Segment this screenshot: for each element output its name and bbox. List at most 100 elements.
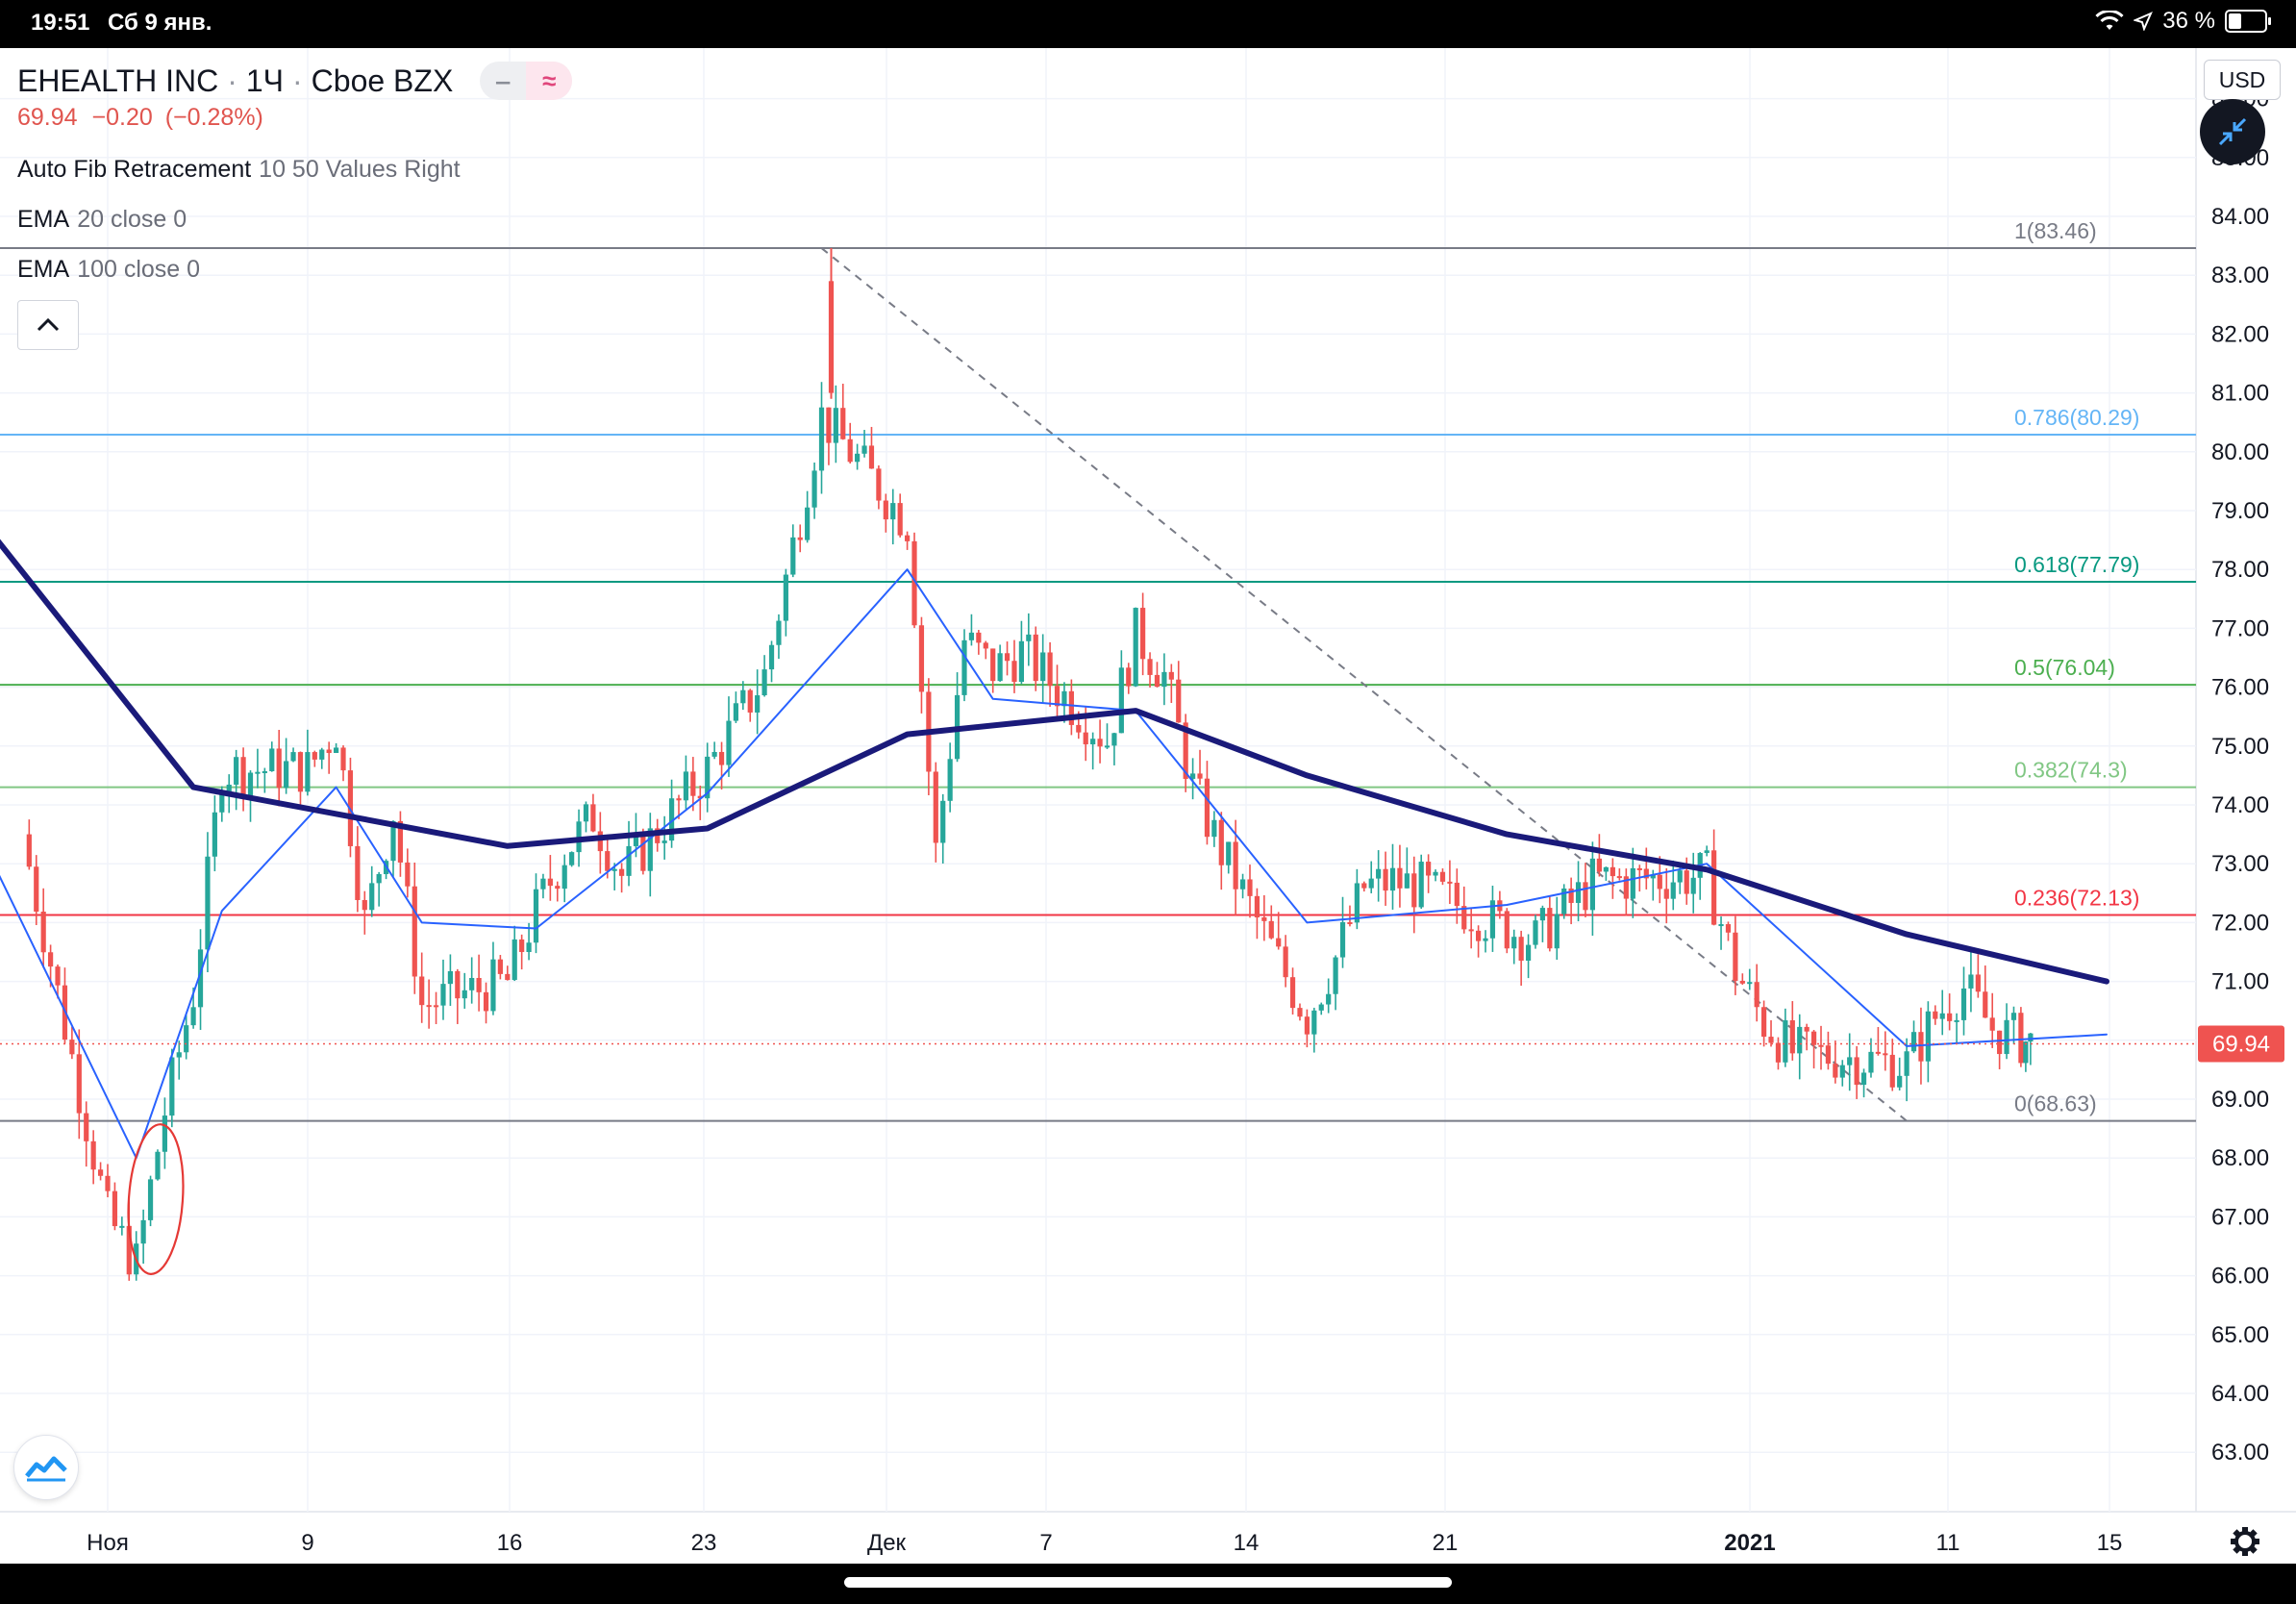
candle-up (940, 800, 946, 843)
candle-up (1018, 640, 1024, 683)
fib-level-label: 0.618(77.79) (2014, 552, 2139, 577)
candle-down (1518, 937, 1524, 961)
candle-up (855, 453, 861, 463)
separator-dot: · (292, 63, 303, 98)
candle-up (1333, 957, 1338, 994)
candle-down (405, 862, 411, 887)
time-tick-label: 7 (1039, 1530, 1052, 1556)
indicator-fib[interactable]: Auto Fib Retracement 10 50 Values Right (17, 144, 572, 194)
candle-up (1511, 937, 1517, 949)
price-tick-label: 72.00 (2211, 910, 2269, 936)
candle-up (540, 878, 546, 890)
candle-down (976, 632, 982, 643)
candle-down (1947, 1013, 1953, 1021)
candle-down (883, 500, 888, 520)
candle-down (1347, 922, 1353, 925)
candle-down (26, 834, 32, 867)
candle-down (97, 1169, 104, 1176)
symbol-name[interactable]: EHEALTH INC (17, 63, 218, 99)
candle-up (1960, 988, 1967, 1020)
candle-down (847, 439, 853, 463)
currency-button[interactable]: USD (2204, 60, 2281, 100)
time-tick-label: 15 (2097, 1530, 2123, 1556)
chevron-up-icon (37, 317, 60, 332)
last-price: 69.94 (17, 104, 78, 131)
settings-gear-icon[interactable] (2231, 1527, 2259, 1556)
collapse-legend-button[interactable] (17, 300, 79, 350)
candle-down (1054, 686, 1061, 707)
candle-up (1847, 1057, 1853, 1065)
fib-level-label: 1(83.46) (2014, 218, 2097, 243)
price-tick-label: 69.00 (2211, 1087, 2269, 1113)
price-tick-label: 84.00 (2211, 204, 2269, 230)
candle-down (48, 952, 54, 967)
price-tick-label: 76.00 (2211, 675, 2269, 701)
time-tick-label: Дек (867, 1530, 907, 1556)
candle-up (661, 840, 667, 843)
candle-down (797, 537, 803, 540)
status-time: 19:51 (31, 10, 90, 36)
candle-down (1426, 862, 1432, 876)
location-arrow-icon (2134, 12, 2154, 31)
candle-down (1997, 1030, 2003, 1055)
home-indicator[interactable] (844, 1577, 1452, 1588)
candle-up (1040, 652, 1046, 682)
candle-up (1226, 841, 1232, 865)
candle-up (119, 1225, 125, 1228)
indicator-ema100[interactable]: EMA 100 close 0 (17, 244, 572, 294)
candle-up (1539, 908, 1546, 921)
candle-down (1011, 661, 1017, 683)
candle-up (626, 845, 632, 876)
candle-up (947, 759, 953, 801)
candle-up (761, 669, 767, 696)
tradingview-logo-button[interactable] (13, 1435, 79, 1500)
candle-up (583, 804, 589, 822)
candle-up (1368, 878, 1374, 889)
indicator-ema20[interactable]: EMA 20 close 0 (17, 194, 572, 244)
candle-down (676, 798, 682, 801)
candle-up (269, 748, 275, 771)
price-tick-label: 68.00 (2211, 1145, 2269, 1171)
price-tick-label: 81.00 (2211, 381, 2269, 407)
interval-label[interactable]: 1Ч (246, 63, 284, 99)
candle-up (169, 1057, 175, 1116)
candle-up (611, 868, 617, 871)
candle-up (733, 703, 738, 721)
price-change: −0.20 (91, 104, 153, 131)
candle-down (1504, 911, 1510, 949)
candle-down (1933, 1011, 1938, 1019)
candle-down (1883, 1053, 1888, 1056)
candle-up (1704, 850, 1710, 854)
candle-down (362, 899, 367, 911)
candle-up (711, 751, 717, 757)
candle-up (319, 749, 325, 760)
candle-up (1311, 1010, 1317, 1035)
candle-up (1860, 1072, 1867, 1086)
candle-up (490, 959, 496, 1012)
candle-down (1276, 938, 1282, 947)
candle-down (918, 625, 925, 692)
candle-down (1397, 867, 1403, 889)
candle-down (1889, 1054, 1895, 1088)
time-tick-label: 9 (301, 1530, 313, 1556)
candle-down (1176, 679, 1182, 723)
candle-down (1789, 1020, 1795, 1054)
exit-fullscreen-button[interactable] (2200, 99, 2265, 164)
candle-down (1725, 924, 1732, 933)
data-status-pill[interactable]: ‒ ≈ (480, 62, 573, 100)
candle-down (1297, 1008, 1303, 1017)
last-price-badge-label: 69.94 (2212, 1031, 2270, 1057)
status-indicators: 36 % (2095, 8, 2271, 35)
candle-down (1261, 916, 1267, 921)
candle-down (1818, 1044, 1824, 1047)
symbol-row[interactable]: EHEALTH INC · 1Ч · Cboe BZX ‒ ≈ (17, 60, 573, 102)
candle-down (1218, 819, 1224, 865)
candle-down (84, 1113, 89, 1141)
candle-up (1939, 1013, 1945, 1019)
candle-up (1111, 733, 1117, 746)
candle-up (1797, 1026, 1803, 1054)
candle-down (1739, 980, 1745, 984)
time-tick-label: 11 (1936, 1530, 1960, 1556)
candle-up (1239, 879, 1246, 890)
candle-down (1975, 974, 1981, 992)
